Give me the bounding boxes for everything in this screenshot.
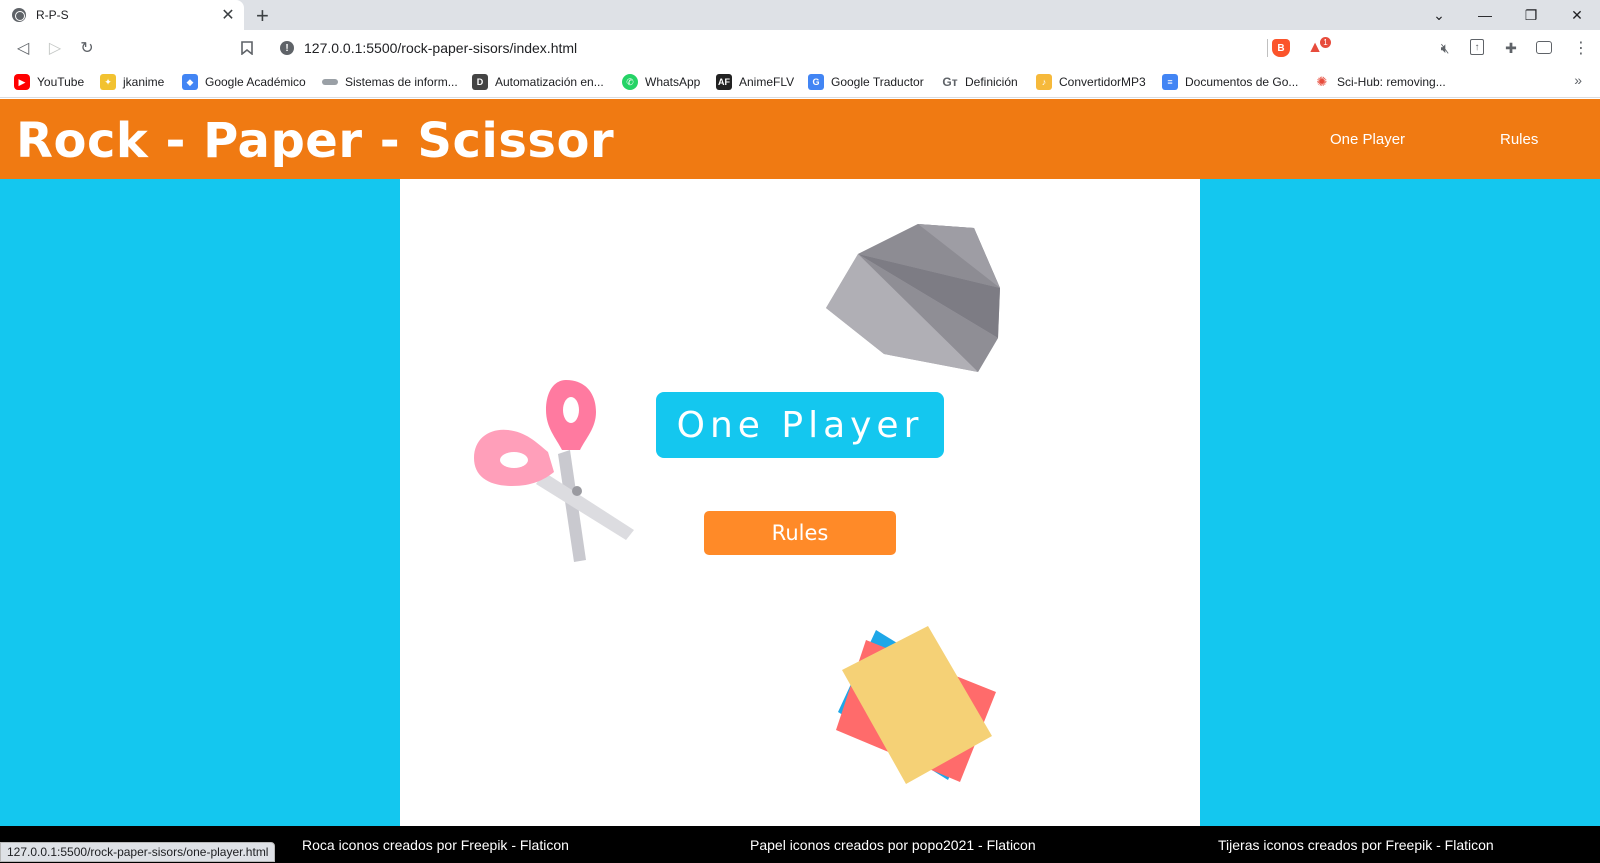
extensions-icon[interactable]: ✚	[1502, 39, 1520, 57]
bookmark-label: WhatsApp	[645, 75, 701, 89]
bookmark-jkanime[interactable]: ✦ jkanime	[100, 66, 164, 98]
bookmark-label: YouTube	[37, 75, 85, 89]
new-tab-icon[interactable]: +	[256, 3, 269, 29]
whatsapp-icon: ✆	[622, 74, 638, 90]
brave-shields-icon[interactable]: B	[1272, 39, 1290, 57]
url-text: 127.0.0.1:5500/rock-paper-sisors/index.h…	[304, 40, 578, 56]
bookmark-label: jkanime	[123, 75, 165, 89]
bookmark-sistemas[interactable]: Sistemas de inform...	[322, 66, 458, 98]
bookmarks-overflow-icon[interactable]: »	[1574, 72, 1582, 88]
definition-icon: Gᴛ	[942, 74, 958, 90]
address-bar[interactable]: ! 127.0.0.1:5500/rock-paper-sisors/index…	[268, 35, 1268, 61]
d-logo-icon: D	[472, 74, 488, 90]
forward-icon[interactable]: ▷	[40, 30, 70, 66]
bookmark-whatsapp[interactable]: ✆ WhatsApp	[622, 66, 700, 98]
nav-link-rules[interactable]: Rules	[1500, 131, 1538, 148]
bookmark-automatizacion[interactable]: D Automatización en...	[472, 66, 604, 98]
reload-icon[interactable]: ↻	[72, 30, 102, 66]
credit-rock[interactable]: Roca iconos creados por Freepik - Flatic…	[302, 837, 569, 853]
tab-title: R-P-S	[36, 8, 69, 22]
google-scholar-icon: ◆	[182, 74, 198, 90]
minimize-icon[interactable]: —	[1462, 0, 1508, 30]
credit-paper[interactable]: Papel iconos creados por popo2021 - Flat…	[750, 837, 1036, 853]
paper-illustration	[836, 626, 996, 784]
bookmark-google-traductor[interactable]: G Google Traductor	[808, 66, 924, 98]
bookmark-label: Sci-Hub: removing...	[1337, 75, 1446, 89]
scissors-illustration	[474, 380, 634, 562]
share-icon[interactable]: ↑	[1470, 39, 1484, 55]
bookmark-documentos[interactable]: ≡ Documentos de Go...	[1162, 66, 1298, 98]
rewards-badge: 1	[1320, 37, 1331, 48]
close-tab-icon[interactable]: ✕	[218, 5, 238, 25]
bookmark-google-academico[interactable]: ◆ Google Académico	[182, 66, 306, 98]
browser-toolbar: ◁ ▷ ↻ ! 127.0.0.1:5500/rock-paper-sisors…	[0, 30, 1600, 66]
menu-icon[interactable]: ⋮	[1572, 39, 1590, 57]
scihub-icon: ✺	[1314, 74, 1330, 90]
site-info-icon[interactable]: !	[280, 41, 294, 55]
bookmark-label: AnimeFLV	[739, 75, 795, 89]
nav-link-one-player[interactable]: One Player	[1330, 131, 1405, 148]
bookmark-icon[interactable]	[232, 30, 262, 66]
globe-icon	[12, 8, 26, 22]
bookmark-convertidor[interactable]: ♪ ConvertidorMP3	[1036, 66, 1146, 98]
bookmarks-bar: ▶ YouTube ✦ jkanime ◆ Google Académico S…	[0, 66, 1600, 98]
bookmark-label: Documentos de Go...	[1185, 75, 1299, 89]
rock-illustration	[826, 224, 1000, 372]
bookmark-label: Sistemas de inform...	[345, 75, 458, 89]
google-translate-icon: G	[808, 74, 824, 90]
bookmark-definicion[interactable]: Gᴛ Definición	[942, 66, 1018, 98]
google-docs-icon: ≡	[1162, 74, 1178, 90]
restore-icon[interactable]: ❐	[1508, 0, 1554, 30]
tab-search-icon[interactable]: ⌄	[1416, 0, 1462, 30]
close-window-icon[interactable]: ✕	[1554, 0, 1600, 30]
mute-icon[interactable]: 🔇︎	[1436, 39, 1454, 57]
bookmark-animeflv[interactable]: AF AnimeFLV	[716, 66, 794, 98]
bookmark-label: Definición	[965, 75, 1018, 89]
animeflv-icon: AF	[716, 74, 732, 90]
bookmark-scihub[interactable]: ✺ Sci-Hub: removing...	[1314, 66, 1446, 98]
rules-button[interactable]: Rules	[704, 511, 896, 555]
site-header: Rock - Paper - Scissor One Player Rules	[0, 99, 1600, 179]
tab-bar: R-P-S ✕ + ⌄ — ❐ ✕	[0, 0, 1600, 30]
convertidor-icon: ♪	[1036, 74, 1052, 90]
page-icon	[322, 79, 338, 85]
bookmark-label: Automatización en...	[495, 75, 604, 89]
wallet-icon[interactable]	[1536, 41, 1552, 54]
tab-rps[interactable]: R-P-S ✕	[0, 0, 244, 30]
page-title: Rock - Paper - Scissor	[16, 113, 615, 169]
back-icon[interactable]: ◁	[8, 30, 38, 66]
bookmark-label: ConvertidorMP3	[1059, 75, 1146, 89]
bookmark-label: Google Académico	[205, 75, 306, 89]
omnibox-divider	[1267, 39, 1268, 57]
bookmark-youtube[interactable]: ▶ YouTube	[14, 66, 84, 98]
jkanime-icon: ✦	[100, 74, 116, 90]
status-bar-url: 127.0.0.1:5500/rock-paper-sisors/one-pla…	[0, 842, 276, 862]
youtube-icon: ▶	[14, 74, 30, 90]
one-player-button[interactable]: One Player	[656, 392, 944, 458]
credit-scissors[interactable]: Tijeras iconos creados por Freepik - Fla…	[1218, 837, 1494, 853]
bookmark-label: Google Traductor	[831, 75, 924, 89]
